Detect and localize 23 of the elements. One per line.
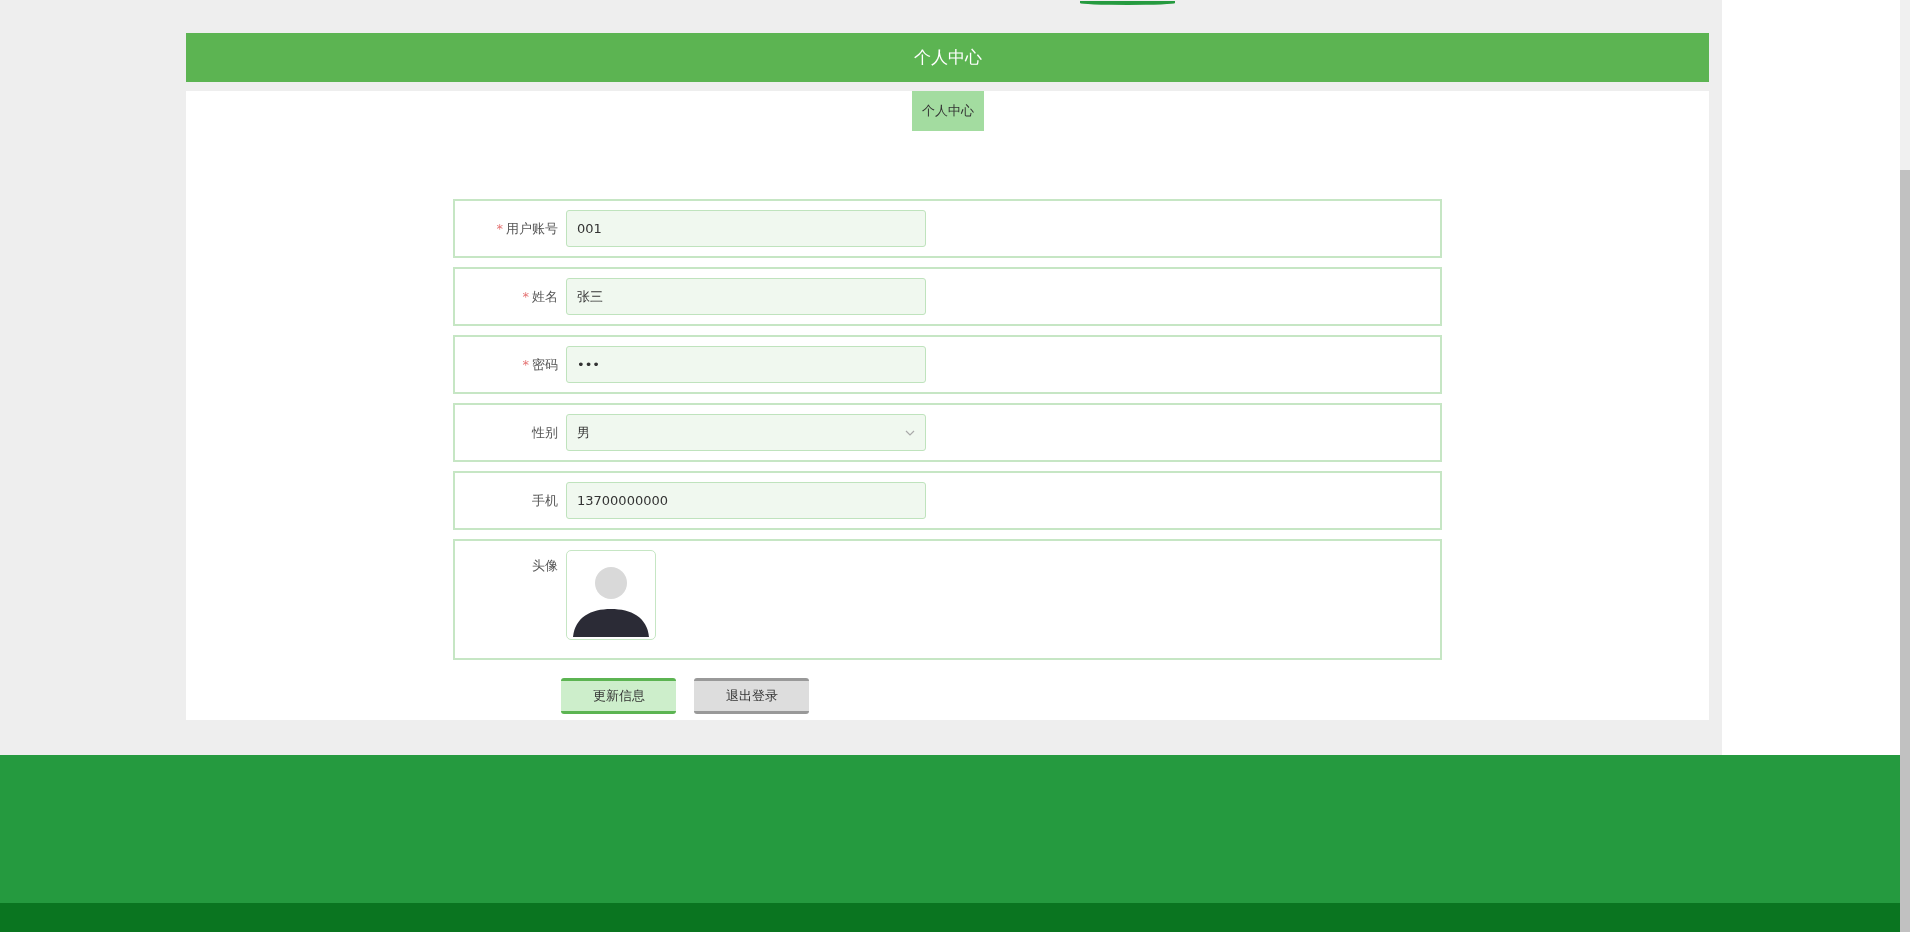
field-value: 张三 xyxy=(577,287,603,306)
avatar-upload[interactable] xyxy=(566,550,656,640)
update-button[interactable]: 更新信息 xyxy=(561,678,676,714)
field-label: 头像 xyxy=(531,557,559,575)
field-value: 男 xyxy=(577,423,590,442)
select-field[interactable]: 男 xyxy=(566,414,926,451)
page-title: 个人中心 xyxy=(186,33,1709,82)
input-field[interactable]: 张三 xyxy=(566,278,926,315)
scrollbar[interactable] xyxy=(1900,0,1910,932)
field-label: * 姓名 xyxy=(521,287,559,306)
input-field[interactable]: 13700000000 xyxy=(566,482,926,519)
input-field[interactable]: ••• xyxy=(566,346,926,383)
input-field[interactable]: 001 xyxy=(566,210,926,247)
chevron-down-icon xyxy=(905,429,915,436)
field-value: ••• xyxy=(577,357,600,372)
field-label: 手机 xyxy=(531,491,559,510)
field-value: 001 xyxy=(577,221,602,236)
tab[interactable]: 个人中心 xyxy=(911,91,984,131)
logout-button[interactable]: 退出登录 xyxy=(694,678,809,714)
field-label: * 用户账号 xyxy=(495,219,559,238)
field-label: 性别 xyxy=(531,423,559,442)
field-value: 13700000000 xyxy=(577,493,668,508)
field-label: * 密码 xyxy=(521,355,559,374)
